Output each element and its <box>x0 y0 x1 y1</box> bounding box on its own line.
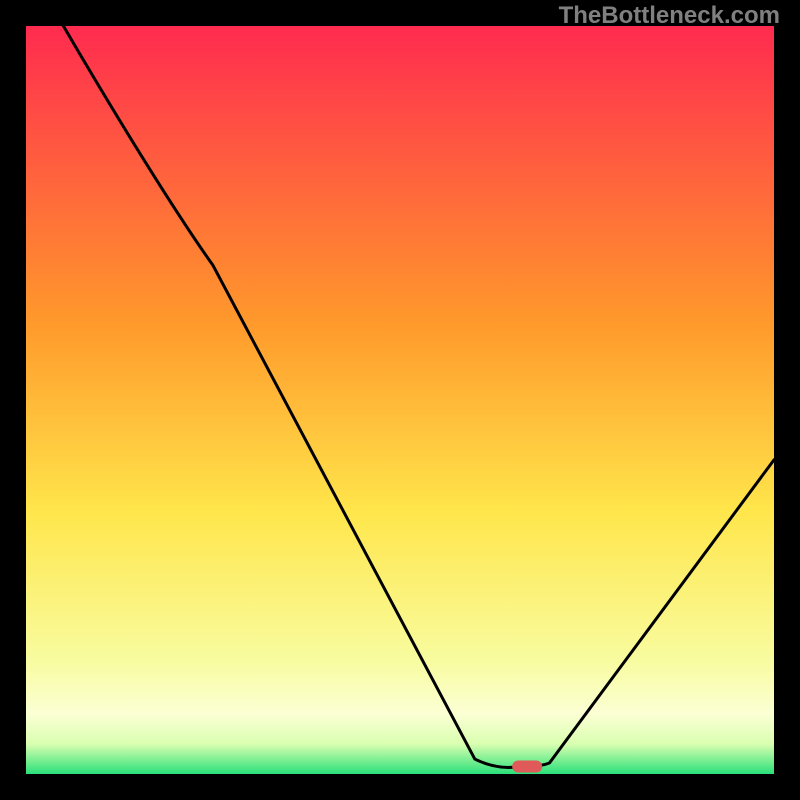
chart-svg <box>26 26 774 774</box>
chart-plot-area <box>26 26 774 774</box>
watermark-text: TheBottleneck.com <box>559 2 780 30</box>
gradient-background <box>26 26 774 774</box>
optimal-marker <box>512 761 542 773</box>
